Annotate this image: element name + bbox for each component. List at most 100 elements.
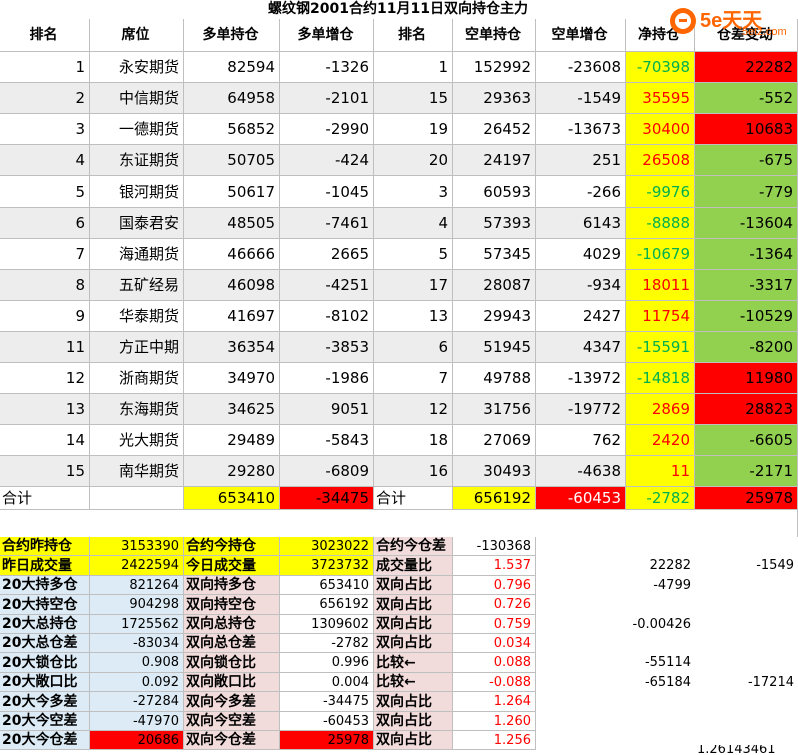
table-row-9-short_chg: 4347 xyxy=(536,332,626,363)
total-label1: 合计 xyxy=(0,487,90,510)
summary-value2-4-text: 1309602 xyxy=(311,617,369,632)
summary-value3-0-text: -130368 xyxy=(476,539,531,554)
summary-value2-6-text: 0.996 xyxy=(331,655,369,670)
table-row-7-short_chg-text: -934 xyxy=(586,276,621,294)
summary-value2-5-text: -2782 xyxy=(331,636,369,651)
summary-label3-8: 双向占比 xyxy=(374,692,453,712)
summary-label3-9: 双向占比 xyxy=(374,712,453,731)
table-row-7-r1: 8 xyxy=(0,270,90,301)
summary-label2-6: 双向锁仓比 xyxy=(184,653,280,673)
summary-extra1-1-text: 22282 xyxy=(649,558,691,573)
table-row-6-name: 海通期货 xyxy=(90,239,184,270)
summary-value-4-text: 1725562 xyxy=(121,617,179,632)
table-row-13-r1: 15 xyxy=(0,456,90,487)
table-row-6-r1-text: 7 xyxy=(75,245,85,263)
total-net: -2782 xyxy=(626,487,695,510)
table-row-13-diff: -2171 xyxy=(695,456,798,487)
table-row-9-short: 51945 xyxy=(453,332,536,363)
summary-extra1-0 xyxy=(536,537,695,556)
table-row-1-net: 35595 xyxy=(626,83,695,114)
summary-label3-3: 双向占比 xyxy=(374,595,453,615)
summary-label3-10-text: 双向占比 xyxy=(376,732,432,748)
table-row-4-short: 60593 xyxy=(453,176,536,208)
table-row-4-r2: 3 xyxy=(374,176,453,208)
table-row-2-diff: 10683 xyxy=(695,114,798,145)
table-row-4-short_chg: -266 xyxy=(536,176,626,208)
table-row-2-name-text: 一德期货 xyxy=(118,120,179,138)
summary-value2-5: -2782 xyxy=(280,634,374,653)
table-row-4-short_chg-text: -266 xyxy=(586,183,621,201)
table-row-7-long: 46098 xyxy=(184,270,280,301)
table-row-8-r1-text: 9 xyxy=(75,307,85,325)
table-row-4-long-text: 50617 xyxy=(227,183,275,201)
total-long_chg-text: -34475 xyxy=(315,489,369,507)
table-row-11-short_chg-text: -19772 xyxy=(567,400,621,418)
table-row-10-diff-text: 11980 xyxy=(745,369,793,387)
table-row-9-long_chg-text: -3853 xyxy=(325,338,369,356)
table-row-3-long_chg-text: -424 xyxy=(334,151,369,169)
table-row-6-r2-text: 5 xyxy=(438,245,448,263)
table-row-1-short-text: 29363 xyxy=(483,89,531,107)
summary-value2-3-text: 656192 xyxy=(319,597,369,612)
table-row-1-r1-text: 2 xyxy=(75,89,85,107)
header-6: 空单增仓 xyxy=(536,19,626,52)
table-row-13-short-text: 30493 xyxy=(483,462,531,480)
table-row-3-short-text: 24197 xyxy=(483,151,531,169)
summary-label2-1-text: 今日成交量 xyxy=(186,558,256,574)
table-row-0-name-text: 永安期货 xyxy=(118,58,179,76)
summary-label-9-text: 20大今空差 xyxy=(2,713,78,729)
table-row-12-r1: 14 xyxy=(0,425,90,456)
summary-label2-7-text: 双向敞口比 xyxy=(186,674,256,690)
summary-extra2-6 xyxy=(695,653,798,673)
table-row-10-name: 浙商期货 xyxy=(90,363,184,394)
summary-value2-10: 25978 xyxy=(280,731,374,750)
table-row-9-net-text: -15591 xyxy=(636,338,690,356)
table-row-6-name-text: 海通期货 xyxy=(118,245,179,263)
table-row-12-diff-text: -6605 xyxy=(749,431,793,449)
table-row-10-r1: 12 xyxy=(0,363,90,394)
summary-label2-10-text: 双向今仓差 xyxy=(186,732,256,748)
table-row-4-name-text: 银河期货 xyxy=(118,183,179,201)
table-row-3-diff-text: -675 xyxy=(758,151,793,169)
table-row-10-name-text: 浙商期货 xyxy=(118,369,179,387)
summary-value-4: 1725562 xyxy=(90,615,184,634)
table-row-0-long_chg: -1326 xyxy=(280,52,374,83)
table-row-5-short-text: 57393 xyxy=(483,214,531,232)
table-row-1-long_chg-text: -2101 xyxy=(325,89,369,107)
summary-label3-1: 成交量比 xyxy=(374,556,453,576)
table-row-7-short: 28087 xyxy=(453,270,536,301)
table-row-12-r1-text: 14 xyxy=(65,431,85,449)
table-row-0-diff-text: 22282 xyxy=(745,58,793,76)
summary-label-8-text: 20大今多差 xyxy=(2,694,78,710)
table-row-11-long-text: 34625 xyxy=(227,400,275,418)
summary-extra1-2-text: -4799 xyxy=(653,578,691,593)
table-row-8-r1: 9 xyxy=(0,301,90,332)
summary-label-1: 昨日成交量 xyxy=(0,556,90,576)
summary-value3-5-text: 0.034 xyxy=(493,636,531,651)
summary-extra2-5 xyxy=(695,634,798,653)
summary-value2-9-text: -60453 xyxy=(322,714,369,729)
summary-value-8-text: -27284 xyxy=(132,694,179,709)
table-row-3-r1: 4 xyxy=(0,145,90,176)
table-row-8-short-text: 29943 xyxy=(483,307,531,325)
table-row-6-short_chg-text: 4029 xyxy=(582,245,621,263)
summary-value2-10-text: 25978 xyxy=(327,733,369,748)
summary-label2-2-text: 双向持多仓 xyxy=(186,577,256,593)
table-row-2-r2: 19 xyxy=(374,114,453,145)
summary-extra1-4: -0.00426 xyxy=(536,615,695,634)
table-row-1-long: 64958 xyxy=(184,83,280,114)
table-row-7-short-text: 28087 xyxy=(483,276,531,294)
summary-value-6: 0.908 xyxy=(90,653,184,673)
header-3-text: 多单增仓 xyxy=(297,27,354,43)
table-row-0-long: 82594 xyxy=(184,52,280,83)
table-row-13-r1-text: 15 xyxy=(65,462,85,480)
table-row-8-name-text: 华泰期货 xyxy=(118,307,179,325)
table-row-7-r1-text: 8 xyxy=(75,276,85,294)
table-row-10-short_chg: -13972 xyxy=(536,363,626,394)
table-row-9-long_chg: -3853 xyxy=(280,332,374,363)
table-row-3-long: 50705 xyxy=(184,145,280,176)
summary-label2-9-text: 双向今空差 xyxy=(186,713,256,729)
summary-value3-0: -130368 xyxy=(453,537,536,556)
table-row-3-short_chg-text: 251 xyxy=(592,151,621,169)
header-6-text: 空单增仓 xyxy=(551,27,608,43)
